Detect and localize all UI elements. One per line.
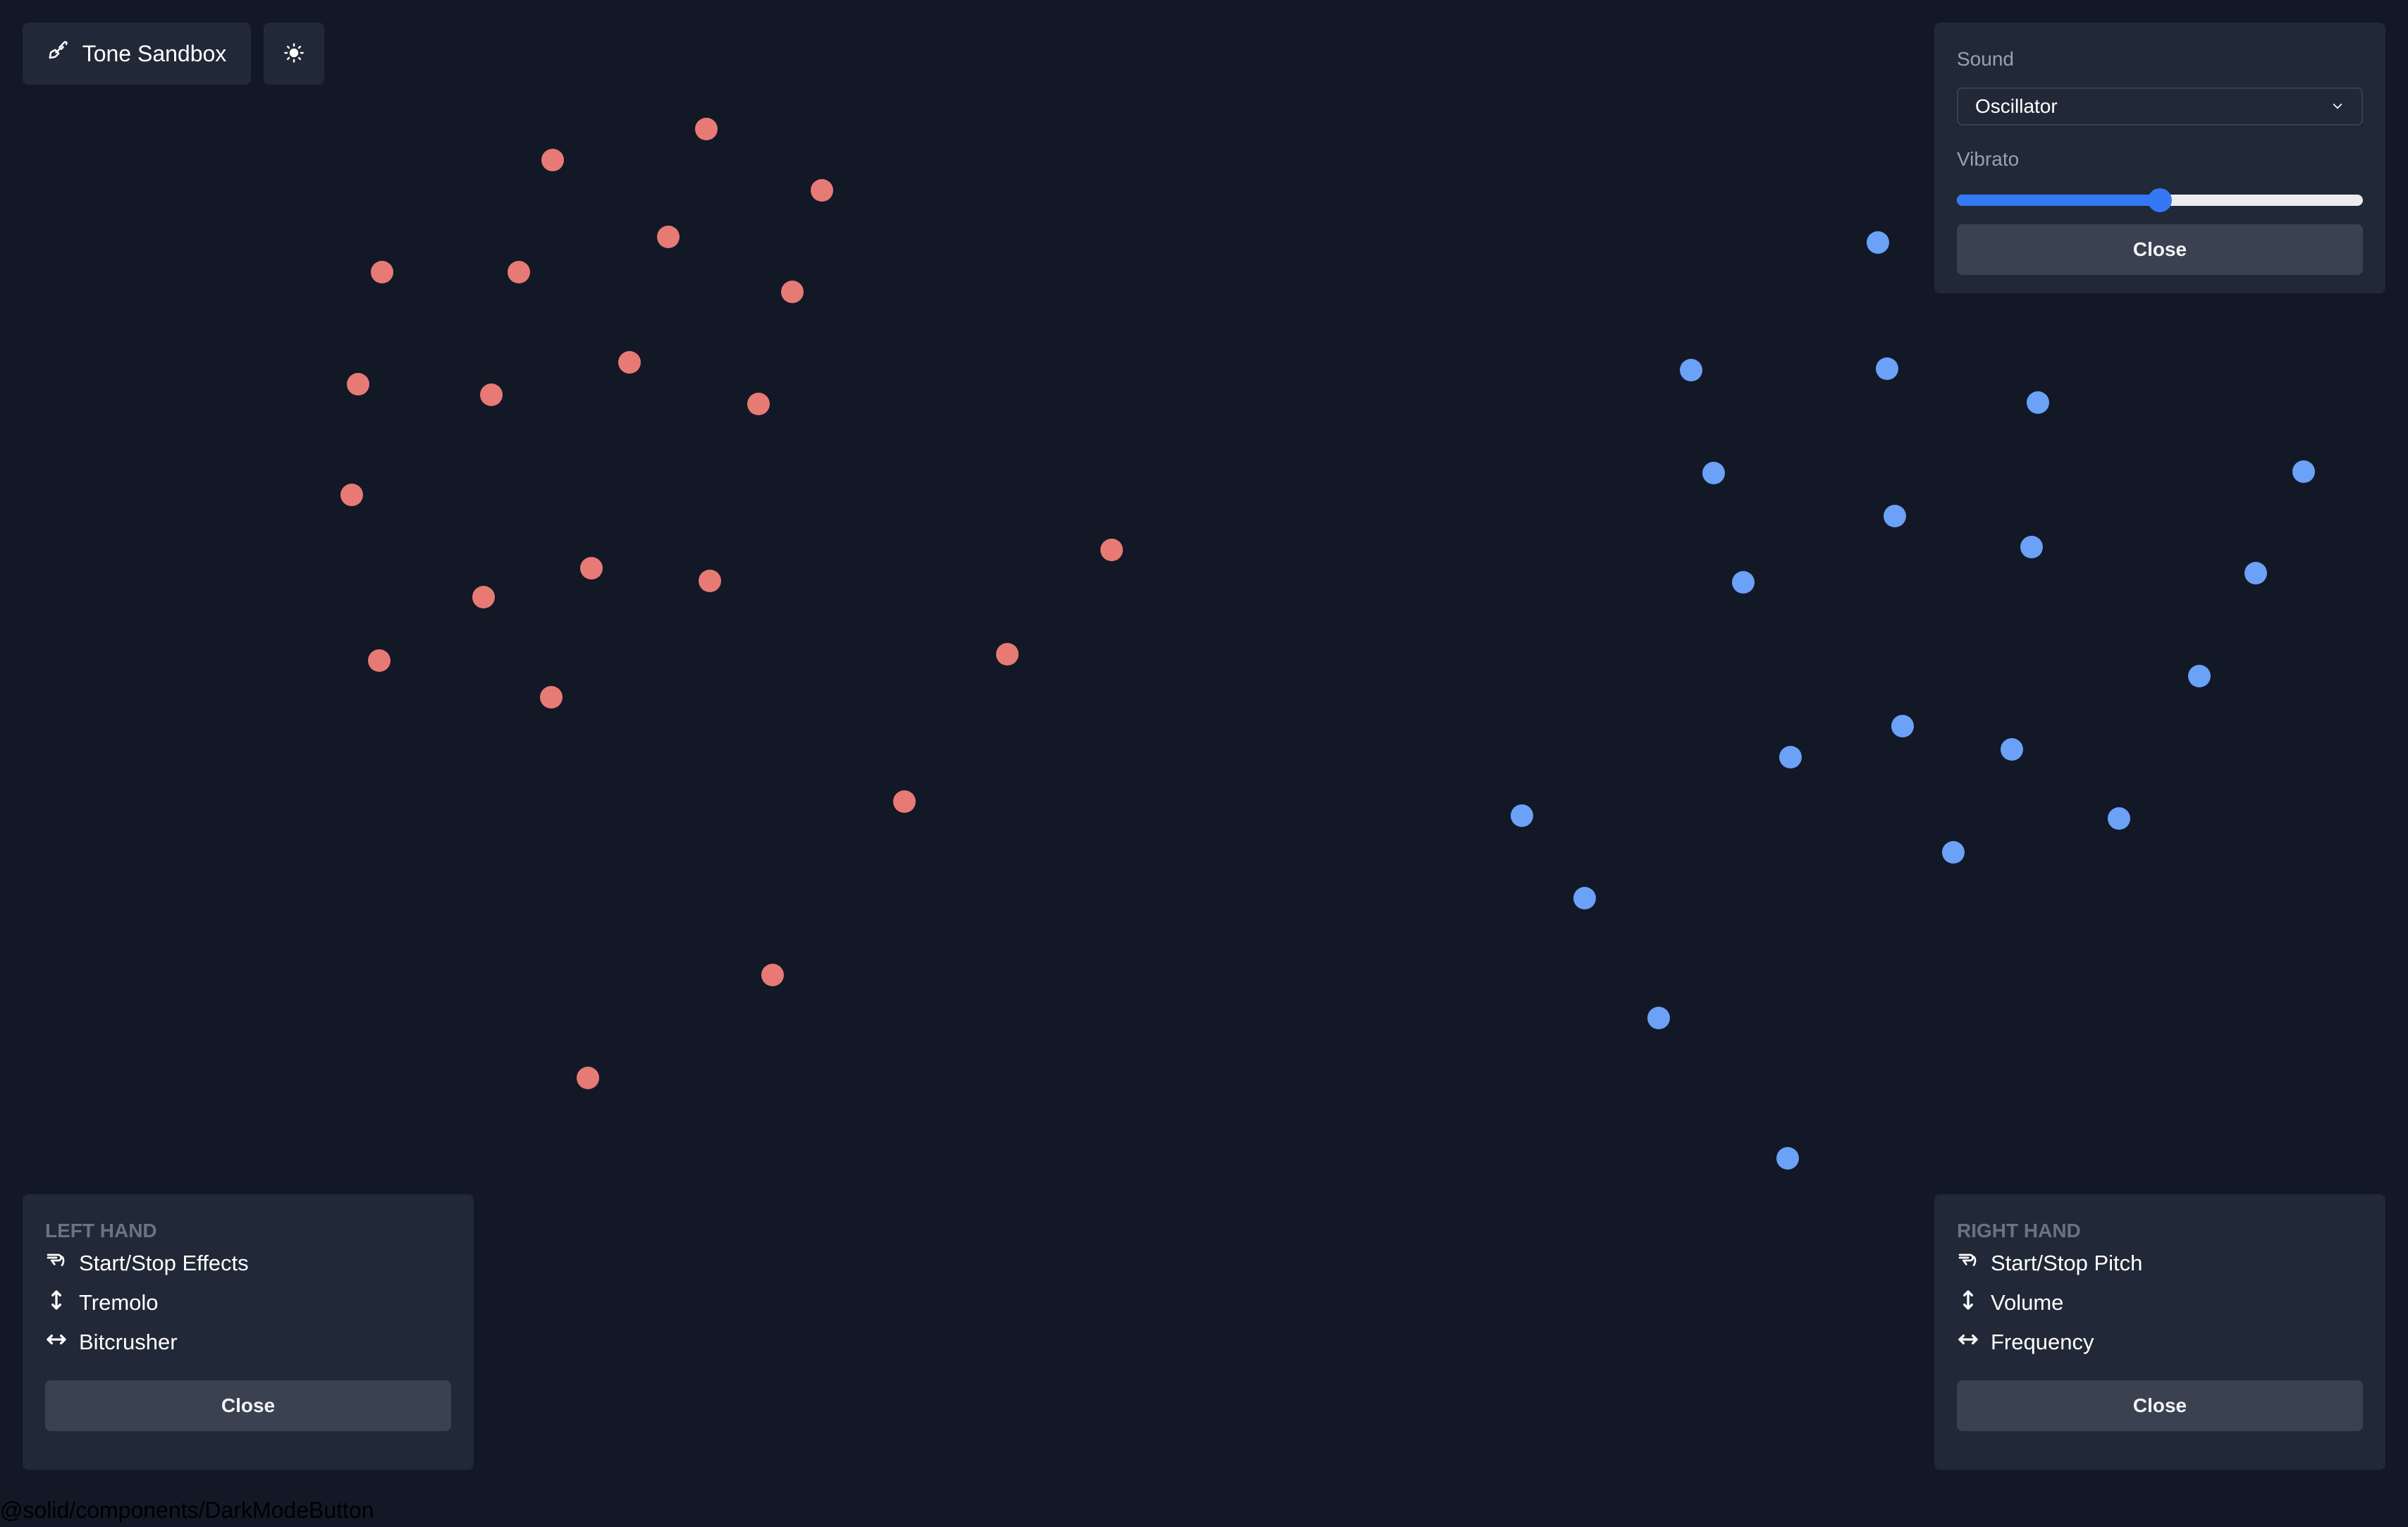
horizontal-arrows-icon (45, 1328, 68, 1356)
left-hand-landmark (996, 643, 1019, 666)
right-hand-landmark (1779, 746, 1802, 769)
gesture-item: Volume (1957, 1283, 2363, 1323)
left-hand-landmark (340, 483, 363, 506)
right-hand-landmark (2244, 561, 2268, 584)
chevron-down-icon (2330, 95, 2345, 118)
left-hand-landmark (577, 1067, 600, 1090)
left-hand-landmark (781, 280, 804, 303)
left-hand-landmark (618, 351, 641, 374)
right-hand-landmark (1731, 570, 1755, 594)
tone-sandbox-button[interactable]: Tone Sandbox (23, 23, 251, 85)
pinch-gesture-icon (45, 1249, 68, 1277)
left-hand-landmark (472, 586, 496, 609)
right-hand-landmark (2020, 535, 2044, 558)
left-hand-landmark (508, 260, 531, 283)
sound-label: Sound (1957, 48, 2014, 70)
right-hand-landmark (2292, 460, 2315, 483)
right-hand-landmark (2108, 807, 2131, 830)
gesture-item: Frequency (1957, 1323, 2363, 1362)
right-hand-landmark (1510, 804, 1533, 827)
vibrato-slider-fill (1957, 195, 2160, 206)
left-hand-landmark (698, 569, 721, 592)
component-path-label: @solid/components/DarkModeButton (0, 1497, 374, 1523)
settings-close-button[interactable]: Close (1957, 224, 2363, 275)
shovel-icon (47, 40, 68, 67)
right-hand-landmark (1573, 887, 1597, 910)
left-hand-close-button[interactable]: Close (45, 1380, 451, 1431)
right-hand-landmark (1647, 1007, 1670, 1030)
right-hand-landmark (2187, 664, 2211, 687)
right-hand-landmark (1679, 359, 1702, 382)
vibrato-slider-thumb[interactable] (2148, 188, 2172, 212)
settings-panel: Sound Oscillator Vibrato Close (1934, 23, 2385, 293)
left-hand-landmark (761, 964, 784, 987)
left-hand-landmark (695, 118, 718, 140)
gesture-item: Bitcrusher (45, 1323, 451, 1362)
right-hand-landmark (1942, 841, 1965, 864)
right-hand-landmark (1776, 1146, 1799, 1170)
gesture-label: Start/Stop Effects (79, 1251, 249, 1275)
gesture-label: Start/Stop Pitch (1991, 1251, 2143, 1275)
left-hand-landmark (893, 790, 916, 814)
left-hand-landmark (346, 372, 369, 395)
right-hand-landmark (2000, 738, 2023, 761)
pinch-gesture-icon (1957, 1249, 1979, 1277)
dark-mode-toggle-button[interactable] (264, 23, 324, 85)
vibrato-slider[interactable] (1957, 188, 2363, 213)
tone-sandbox-label: Tone Sandbox (82, 40, 227, 66)
left-hand-panel: LEFT HAND Start/Stop Effects Tremolo Bit… (23, 1194, 474, 1470)
right-hand-landmark (2026, 391, 2049, 414)
gesture-label: Tremolo (79, 1290, 159, 1315)
right-hand-landmark (1884, 505, 1907, 527)
left-hand-title: LEFT HAND (45, 1220, 157, 1241)
gesture-label: Volume (1991, 1290, 2064, 1315)
left-hand-landmark (656, 225, 680, 248)
left-hand-landmark (747, 392, 770, 415)
left-hand-landmark (371, 260, 394, 283)
gesture-label: Bitcrusher (79, 1330, 178, 1354)
right-hand-title: RIGHT HAND (1957, 1220, 2081, 1241)
right-hand-landmark (1876, 357, 1899, 380)
gesture-item: Start/Stop Effects (45, 1244, 451, 1283)
left-hand-landmark (368, 649, 391, 672)
gesture-item: Tremolo (45, 1283, 451, 1323)
left-hand-landmark (540, 686, 563, 709)
left-hand-landmark (810, 179, 833, 202)
right-hand-close-button[interactable]: Close (1957, 1380, 2363, 1431)
horizontal-arrows-icon (1957, 1328, 1979, 1356)
right-hand-landmark (1867, 231, 1890, 255)
vertical-arrows-icon (1957, 1289, 1979, 1317)
gesture-item: Start/Stop Pitch (1957, 1244, 2363, 1283)
gesture-label: Frequency (1991, 1330, 2094, 1354)
sun-icon (283, 42, 305, 66)
sound-select-value: Oscillator (1975, 95, 2058, 117)
left-hand-landmark (541, 148, 565, 171)
vibrato-label: Vibrato (1957, 148, 2020, 170)
right-hand-panel: RIGHT HAND Start/Stop Pitch Volume Frequ… (1934, 1194, 2385, 1470)
left-hand-landmark (1100, 538, 1124, 561)
left-hand-landmark (579, 557, 603, 580)
vertical-arrows-icon (45, 1289, 68, 1317)
right-hand-landmark (1702, 462, 1726, 484)
sound-select[interactable]: Oscillator (1957, 87, 2363, 125)
right-hand-landmark (1891, 715, 1915, 738)
left-hand-landmark (480, 383, 503, 406)
